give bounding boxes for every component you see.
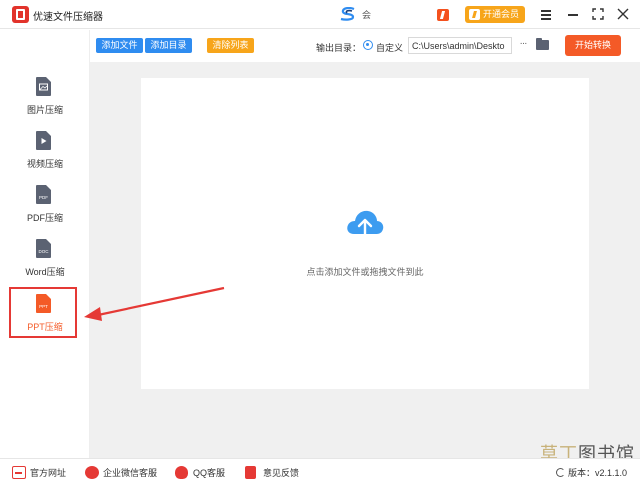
official-website-label: 官方网址 bbox=[30, 468, 67, 478]
sidebar-item-video[interactable]: 视频压缩 bbox=[0, 131, 90, 181]
word-file-icon: DOC bbox=[36, 239, 51, 258]
vip-crown-icon bbox=[469, 9, 480, 20]
toolbar: 添加文件 添加目录 清除列表 输出目录： 自定义 ··· 开始转换 bbox=[90, 30, 640, 62]
version-label: 版本：v2.1.1.0 bbox=[568, 468, 628, 478]
clear-list-button[interactable]: 清除列表 bbox=[207, 38, 254, 53]
add-file-button[interactable]: 添加文件 bbox=[96, 38, 143, 53]
wechat-icon bbox=[85, 466, 99, 479]
website-icon bbox=[12, 466, 26, 479]
feedback-icon bbox=[245, 466, 256, 479]
file-drop-zone[interactable]: 点击添加文件或拖拽文件到此 bbox=[141, 78, 589, 389]
sidebar: 图片压缩 视频压缩 PDF PDF压缩 DOC Word压缩 PPT PPT压缩 bbox=[0, 30, 90, 458]
app-title: 优速文件压缩器 bbox=[33, 12, 103, 23]
qq-support-link[interactable]: QQ客服 bbox=[175, 466, 225, 480]
wechat-support-link[interactable]: 企业微信客服 bbox=[85, 466, 157, 480]
footer: 官方网址 企业微信客服 QQ客服 意见反馈 版本：v2.1.1.0 bbox=[0, 458, 640, 486]
sidebar-item-label: 视频压缩 bbox=[26, 159, 63, 169]
menu-icon[interactable] bbox=[538, 6, 554, 22]
official-website-link[interactable]: 官方网址 bbox=[12, 466, 66, 480]
pdf-file-tag: PDF bbox=[39, 195, 48, 200]
feedback-link[interactable]: 意见反馈 bbox=[245, 466, 299, 480]
close-icon[interactable] bbox=[615, 6, 631, 22]
custom-output-label: 自定义 bbox=[376, 43, 404, 53]
brand-logo-icon bbox=[340, 7, 355, 21]
refresh-icon bbox=[556, 468, 565, 477]
sidebar-item-label: PDF压缩 bbox=[26, 213, 63, 223]
video-file-icon bbox=[36, 131, 51, 150]
title-bar: 优速文件压缩器 会 开通会员 bbox=[0, 0, 640, 29]
qq-icon bbox=[175, 466, 188, 479]
main-area: 点击添加文件或拖拽文件到此 bbox=[90, 62, 640, 458]
output-dir-label: 输出目录： bbox=[316, 43, 362, 53]
output-path-input[interactable] bbox=[408, 37, 512, 54]
add-folder-button[interactable]: 添加目录 bbox=[145, 38, 192, 53]
sidebar-item-label: Word压缩 bbox=[25, 267, 65, 277]
image-file-icon bbox=[36, 77, 51, 96]
app-logo-icon bbox=[12, 6, 29, 23]
vip-badge-icon[interactable] bbox=[437, 9, 449, 21]
minimize-icon[interactable] bbox=[565, 6, 581, 22]
qq-support-label: QQ客服 bbox=[193, 468, 226, 478]
brand-text: 会 bbox=[362, 10, 372, 20]
maximize-icon[interactable] bbox=[590, 6, 606, 22]
highlight-box bbox=[9, 287, 77, 338]
open-folder-icon[interactable] bbox=[536, 38, 549, 50]
version-info[interactable]: 版本：v2.1.1.0 bbox=[556, 466, 627, 480]
open-vip-label: 开通会员 bbox=[483, 9, 520, 19]
pdf-file-icon: PDF bbox=[36, 185, 51, 204]
start-convert-button[interactable]: 开始转换 bbox=[565, 35, 621, 56]
word-file-tag: DOC bbox=[38, 249, 49, 254]
sidebar-item-word[interactable]: DOC Word压缩 bbox=[0, 239, 90, 289]
cloud-upload-icon bbox=[347, 210, 384, 239]
sidebar-item-pdf[interactable]: PDF PDF压缩 bbox=[0, 185, 90, 235]
sidebar-item-label: 图片压缩 bbox=[26, 105, 63, 115]
wechat-support-label: 企业微信客服 bbox=[103, 468, 158, 478]
more-options-icon[interactable]: ··· bbox=[516, 38, 530, 52]
sidebar-item-image[interactable]: 图片压缩 bbox=[0, 77, 90, 127]
feedback-label: 意见反馈 bbox=[263, 468, 300, 478]
custom-output-radio[interactable] bbox=[363, 40, 373, 50]
drop-hint-text: 点击添加文件或拖拽文件到此 bbox=[306, 267, 424, 277]
open-vip-button[interactable]: 开通会员 bbox=[465, 6, 525, 23]
